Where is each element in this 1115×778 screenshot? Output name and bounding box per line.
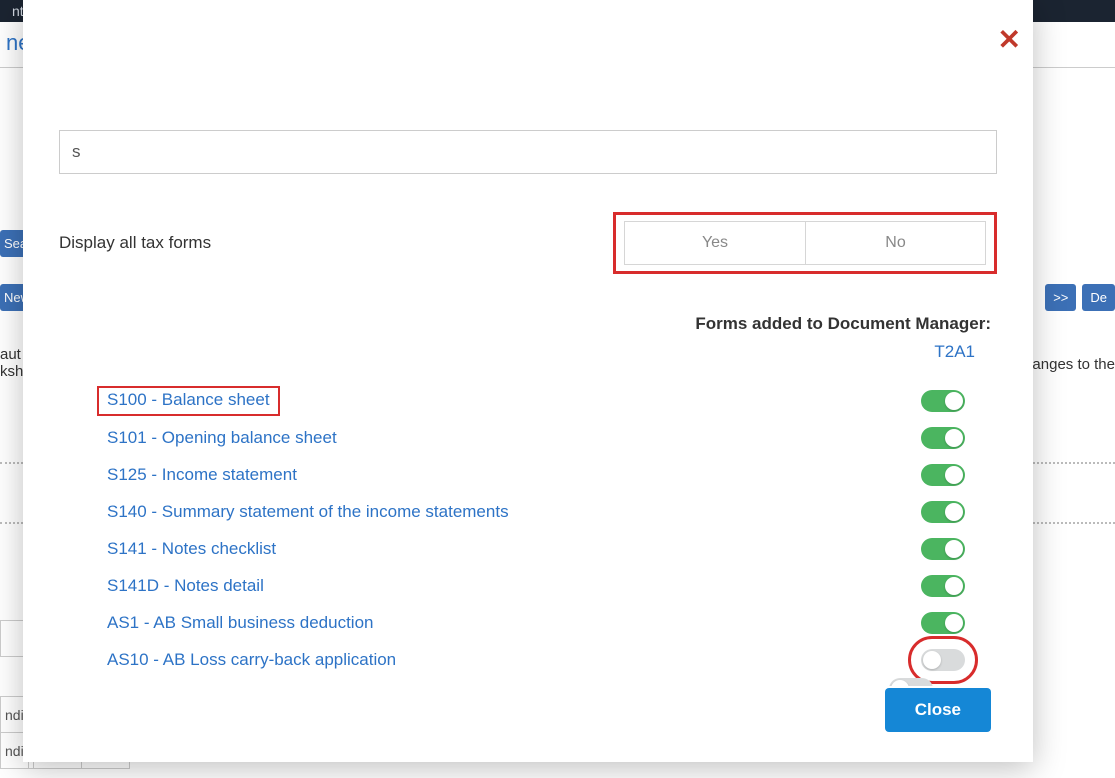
form-link[interactable]: S141D - Notes detail xyxy=(107,576,264,596)
form-toggle[interactable] xyxy=(921,538,965,560)
form-link[interactable]: S125 - Income statement xyxy=(107,465,297,485)
toggle-partial xyxy=(889,678,933,686)
yes-no-highlight-box: Yes No xyxy=(613,212,997,274)
form-row: S141D - Notes detail xyxy=(107,567,997,604)
close-icon[interactable]: ✕ xyxy=(998,26,1021,54)
form-toggle[interactable] xyxy=(921,464,965,486)
form-toggle[interactable] xyxy=(921,612,965,634)
yes-option[interactable]: Yes xyxy=(625,222,805,264)
form-link[interactable]: S141 - Notes checklist xyxy=(107,539,276,559)
bg-text-fragment-right: anges to the xyxy=(1032,356,1115,373)
delete-button[interactable]: De xyxy=(1082,284,1115,311)
display-all-forms-label: Display all tax forms xyxy=(59,233,211,253)
form-toggle[interactable] xyxy=(921,649,965,671)
doc-manager-link-t2a1[interactable]: T2A1 xyxy=(934,342,975,361)
no-option[interactable]: No xyxy=(805,222,985,264)
yes-no-toggle: Yes No xyxy=(624,221,986,265)
form-link[interactable]: AS1 - AB Small business deduction xyxy=(107,613,373,633)
form-row: S101 - Opening balance sheet xyxy=(107,419,997,456)
bg-text-fragment: aut ksh xyxy=(0,346,23,380)
form-row: AS1 - AB Small business deduction xyxy=(107,604,997,641)
form-link[interactable]: S140 - Summary statement of the income s… xyxy=(107,502,509,522)
form-link[interactable]: S101 - Opening balance sheet xyxy=(107,428,337,448)
form-row: S141 - Notes checklist xyxy=(107,530,997,567)
form-toggle[interactable] xyxy=(921,390,965,412)
form-toggle[interactable] xyxy=(921,501,965,523)
form-row: S140 - Summary statement of the income s… xyxy=(107,493,997,530)
close-button[interactable]: Close xyxy=(885,688,991,732)
search-input[interactable] xyxy=(59,130,997,174)
form-toggle[interactable] xyxy=(921,427,965,449)
form-row: S100 - Balance sheet xyxy=(107,382,997,419)
next-page-button[interactable]: >> xyxy=(1045,284,1076,311)
form-link[interactable]: AS10 - AB Loss carry-back application xyxy=(107,650,396,670)
form-list: S100 - Balance sheet S101 - Opening balan… xyxy=(59,382,997,678)
doc-manager-header: Forms added to Document Manager: xyxy=(59,314,997,334)
form-link[interactable]: S100 - Balance sheet xyxy=(97,386,280,416)
form-row: S125 - Income statement xyxy=(107,456,997,493)
form-row: AS10 - AB Loss carry-back application xyxy=(107,641,997,678)
forms-modal: ✕ Display all tax forms Yes No Forms add… xyxy=(23,0,1033,762)
form-toggle[interactable] xyxy=(921,575,965,597)
